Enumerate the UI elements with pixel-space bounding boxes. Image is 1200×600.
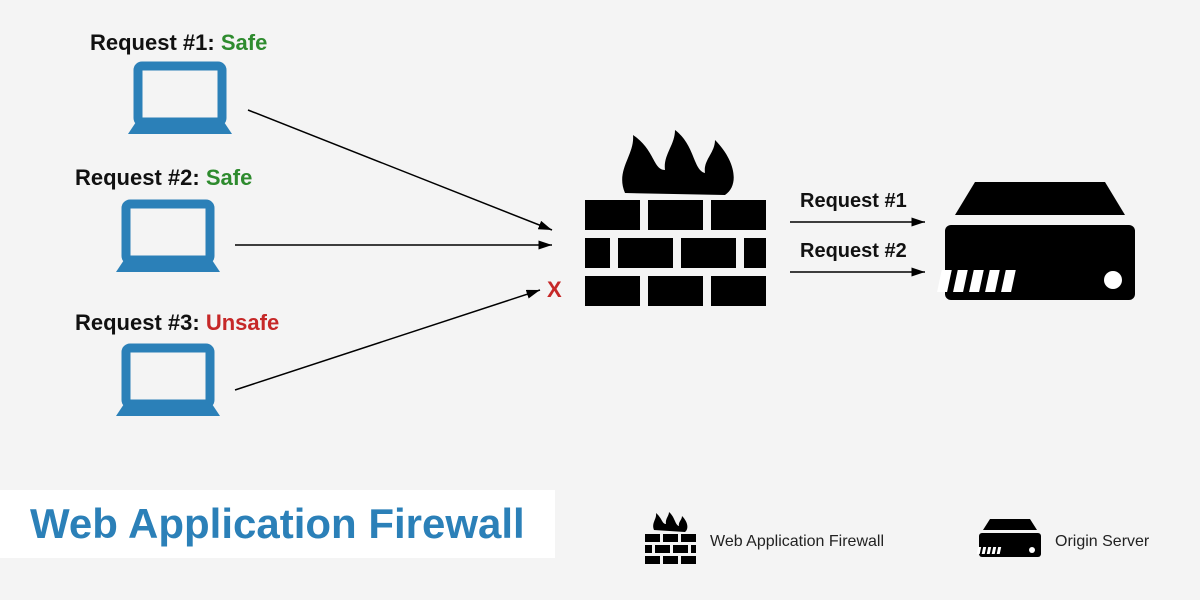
legend-firewall-icon — [640, 510, 700, 565]
request-1-status: Safe — [221, 30, 267, 55]
laptop-icon — [120, 60, 240, 150]
server-icon — [935, 170, 1150, 315]
request-2-label: Request #2: Safe — [75, 165, 252, 191]
passed-request-2-label: Request #2 — [800, 240, 907, 263]
legend-server-label: Origin Server — [1055, 533, 1149, 551]
blocked-marker: X — [547, 277, 562, 303]
request-1-prefix: Request #1: — [90, 30, 221, 55]
request-2-status: Safe — [206, 165, 252, 190]
laptop-icon — [108, 342, 228, 432]
request-3-status: Unsafe — [206, 310, 279, 335]
laptop-icon — [108, 198, 228, 288]
request-3-prefix: Request #3: — [75, 310, 206, 335]
legend-firewall-label: Web Application Firewall — [710, 533, 884, 551]
legend-server-icon — [975, 515, 1045, 560]
firewall-icon — [575, 115, 785, 315]
diagram-title: Web Application Firewall — [0, 490, 555, 558]
request-1-label: Request #1: Safe — [90, 30, 267, 56]
request-3-label: Request #3: Unsafe — [75, 310, 279, 336]
diagram-canvas: Request #1: Safe Request #2: Safe Reques… — [0, 0, 1200, 600]
request-2-prefix: Request #2: — [75, 165, 206, 190]
passed-request-1-label: Request #1 — [800, 190, 907, 213]
